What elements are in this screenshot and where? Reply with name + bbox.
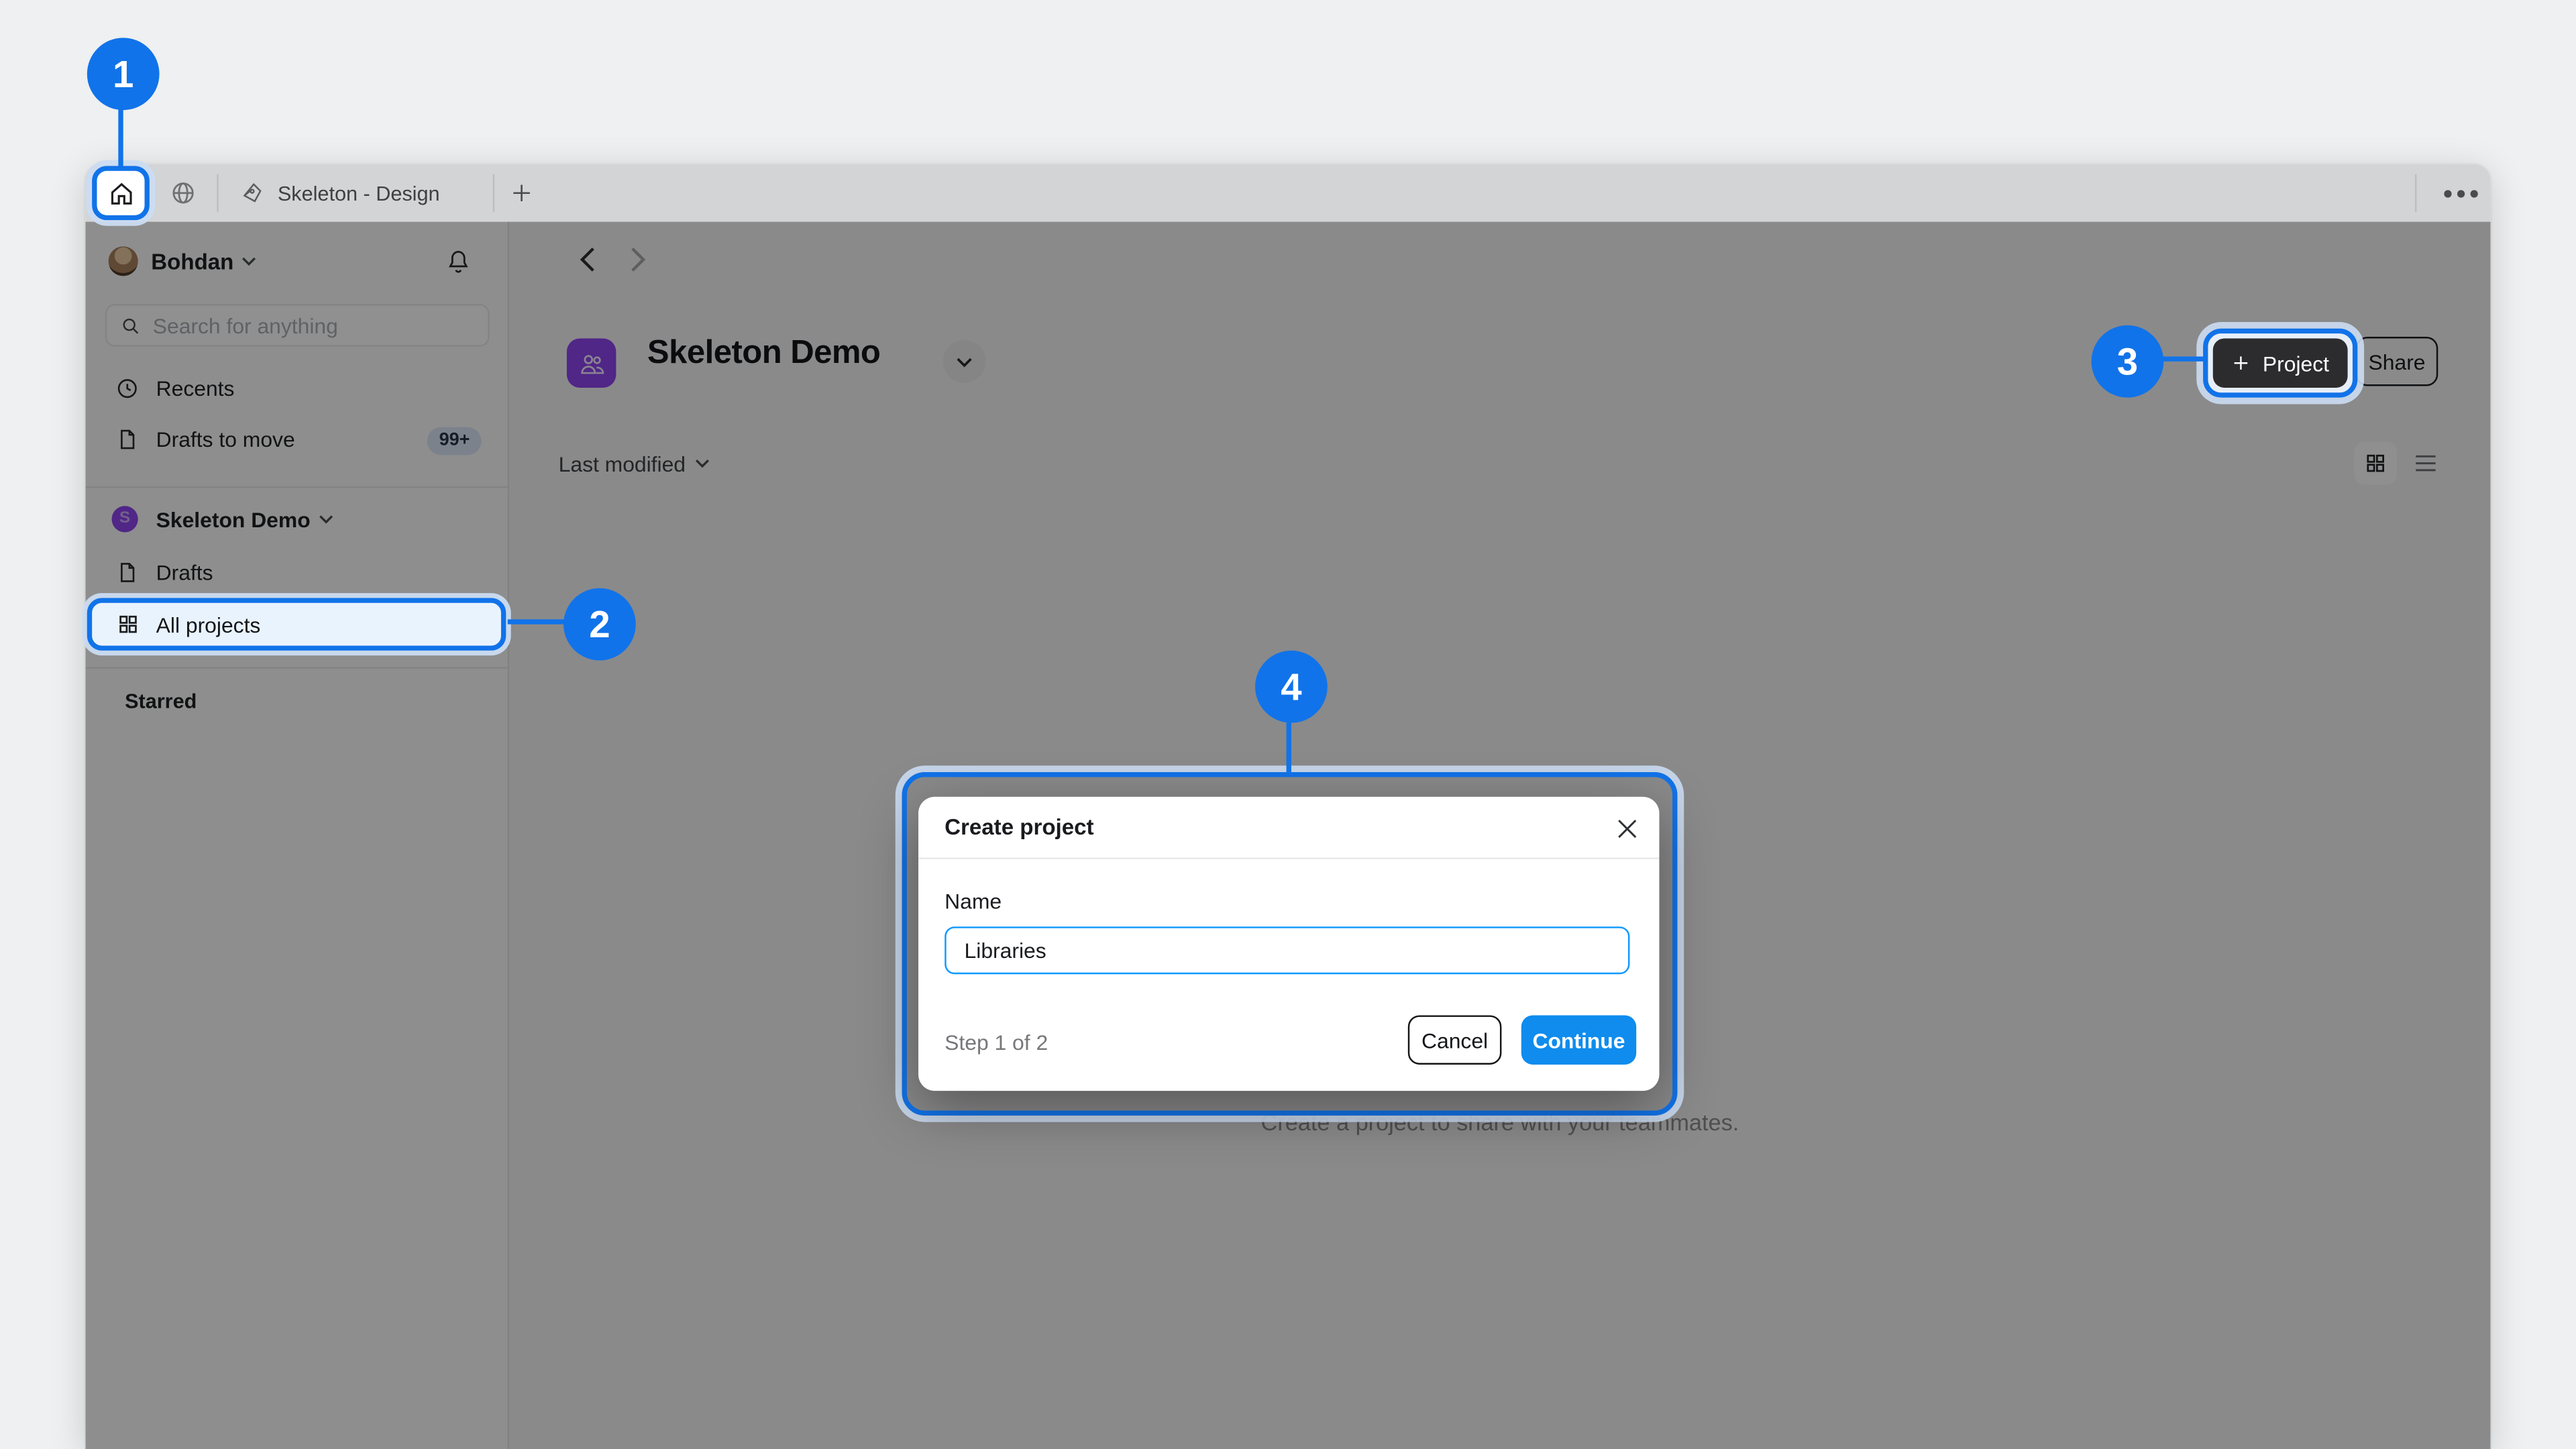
new-project-button-highlight: Project <box>2203 329 2357 398</box>
stage: Skeleton - Design <box>0 0 2576 1449</box>
cancel-button[interactable]: Cancel <box>1408 1015 1502 1064</box>
screen: Skeleton - Design <box>0 0 2576 1449</box>
close-button[interactable] <box>1613 815 1640 841</box>
continue-button-label: Continue <box>1532 1028 1625 1053</box>
sidebar-item-all-projects[interactable]: All projects <box>82 593 511 655</box>
callout-line-1 <box>118 109 123 168</box>
globe-icon <box>168 179 197 207</box>
dialog-title: Create project <box>945 797 1093 859</box>
project-name-input[interactable] <box>945 926 1629 974</box>
tab-divider <box>2415 174 2416 212</box>
cancel-button-label: Cancel <box>1421 1028 1488 1053</box>
step-indicator: Step 1 of 2 <box>945 1028 1048 1057</box>
globe-tab-button[interactable] <box>156 164 209 222</box>
callout-line-3 <box>2160 356 2206 361</box>
more-dots-icon <box>2441 186 2481 200</box>
callout-line-4 <box>1287 720 1291 774</box>
tab-label: Skeleton - Design <box>278 182 440 205</box>
plus-icon <box>508 180 533 205</box>
home-icon <box>106 178 136 208</box>
callout-badge-1: 1 <box>87 38 160 110</box>
plus-icon <box>2231 354 2251 373</box>
home-tab-button[interactable] <box>92 166 150 220</box>
sidebar-item-label: All projects <box>156 612 261 637</box>
new-tab-button[interactable] <box>496 164 545 222</box>
callout-badge-2: 2 <box>564 588 636 661</box>
grid-icon <box>117 612 140 635</box>
close-icon <box>1616 817 1638 839</box>
create-project-dialog: Create project Name Step 1 of 2 Cancel C… <box>918 797 1659 1091</box>
tab-bar: Skeleton - Design <box>85 164 2490 222</box>
callout-badge-3: 3 <box>2092 325 2164 398</box>
window-menu-button[interactable] <box>2431 164 2490 222</box>
tab-skeleton-design[interactable]: Skeleton - Design <box>217 164 492 222</box>
new-project-button-label: Project <box>2263 351 2329 376</box>
tab-divider <box>493 174 494 212</box>
callout-line-2 <box>508 619 567 624</box>
new-project-button[interactable]: Project <box>2213 338 2348 387</box>
pen-nib-icon <box>240 180 265 205</box>
callout-badge-4: 4 <box>1255 651 1328 723</box>
continue-button[interactable]: Continue <box>1521 1015 1636 1064</box>
name-field-label: Name <box>945 889 1002 914</box>
dialog-header: Create project <box>918 797 1659 859</box>
